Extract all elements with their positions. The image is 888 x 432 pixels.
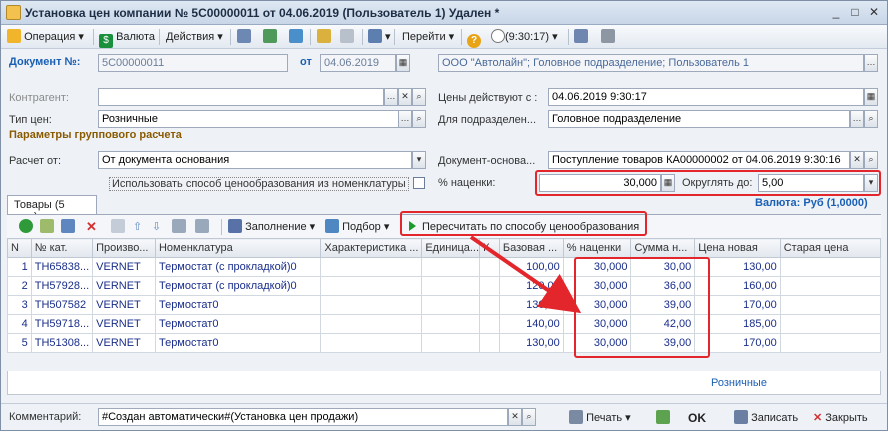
- close-button[interactable]: ✕ Закрыть: [813, 409, 868, 427]
- ok-label: OK: [688, 411, 706, 425]
- close-icon: ✕: [813, 412, 823, 424]
- comment-search-icon[interactable]: ⌕: [522, 408, 536, 426]
- save-icon: [734, 410, 748, 424]
- close-label: Закрыть: [825, 412, 868, 424]
- form-footer: Комментарий: #Создан автоматически#(Уста…: [1, 403, 887, 430]
- save-button[interactable]: Записать: [734, 409, 798, 427]
- comment-label: Комментарий:: [9, 411, 82, 423]
- save-label: Записать: [751, 412, 799, 424]
- annotation-arrow: [469, 235, 582, 314]
- printer-icon: [569, 410, 583, 424]
- check-icon[interactable]: [656, 409, 670, 427]
- ok-button[interactable]: OK: [688, 409, 706, 427]
- print-label: Печать: [586, 412, 623, 424]
- comment-field[interactable]: #Создан автоматически#(Установка цен про…: [98, 408, 508, 426]
- print-button[interactable]: Печать ▾: [569, 409, 631, 427]
- comment-clear-icon[interactable]: ✕: [508, 408, 522, 426]
- document-window: Установка цен компании № 5С00000011 от 0…: [0, 0, 888, 431]
